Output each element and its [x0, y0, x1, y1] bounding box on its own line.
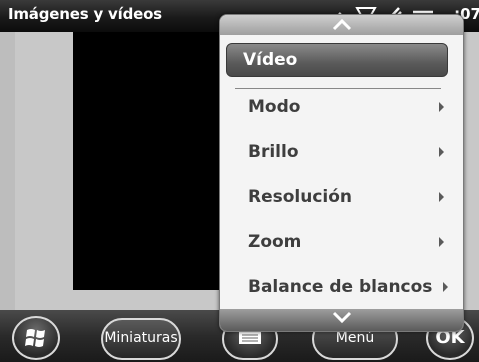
chevron-right-icon	[439, 102, 444, 112]
menu-item-resolucion[interactable]: Resolución	[248, 187, 458, 213]
menu-item-balance-de-blancos[interactable]: Balance de blancos	[248, 277, 458, 303]
menu-item-zoom[interactable]: Zoom	[248, 232, 458, 258]
miniaturas-button[interactable]: Miniaturas	[101, 318, 181, 360]
start-button[interactable]	[12, 316, 60, 360]
menu-item-label: Modo	[248, 97, 301, 117]
chevron-right-icon	[439, 192, 444, 202]
window-title: Imágenes y vídeos	[8, 5, 162, 23]
chevron-right-icon	[443, 282, 448, 292]
chevron-down-icon	[332, 311, 352, 324]
miniaturas-label: Miniaturas	[104, 330, 178, 346]
menu-item-label: Balance de blancos	[248, 277, 433, 297]
options-menu: Vídeo Modo Brillo Resolución Zoom Balanc…	[219, 14, 464, 332]
scroll-up-button[interactable]	[220, 15, 463, 35]
chevron-right-icon	[439, 237, 444, 247]
menu-separator	[235, 88, 441, 89]
menu-label: Menú	[335, 330, 375, 346]
menu-item-modo[interactable]: Modo	[248, 97, 458, 123]
menu-item-video[interactable]: Vídeo	[226, 43, 448, 77]
windows-logo-icon	[25, 329, 45, 347]
chevron-up-icon	[332, 18, 352, 31]
menu-item-label: Resolución	[248, 187, 353, 207]
menu-item-video-label: Vídeo	[243, 50, 298, 70]
scroll-down-button[interactable]	[220, 309, 463, 331]
menu-item-label: Zoom	[248, 232, 302, 252]
menu-item-label: Brillo	[248, 142, 299, 162]
left-strip	[0, 32, 15, 310]
chevron-right-icon	[439, 147, 444, 157]
menu-item-brillo[interactable]: Brillo	[248, 142, 458, 168]
